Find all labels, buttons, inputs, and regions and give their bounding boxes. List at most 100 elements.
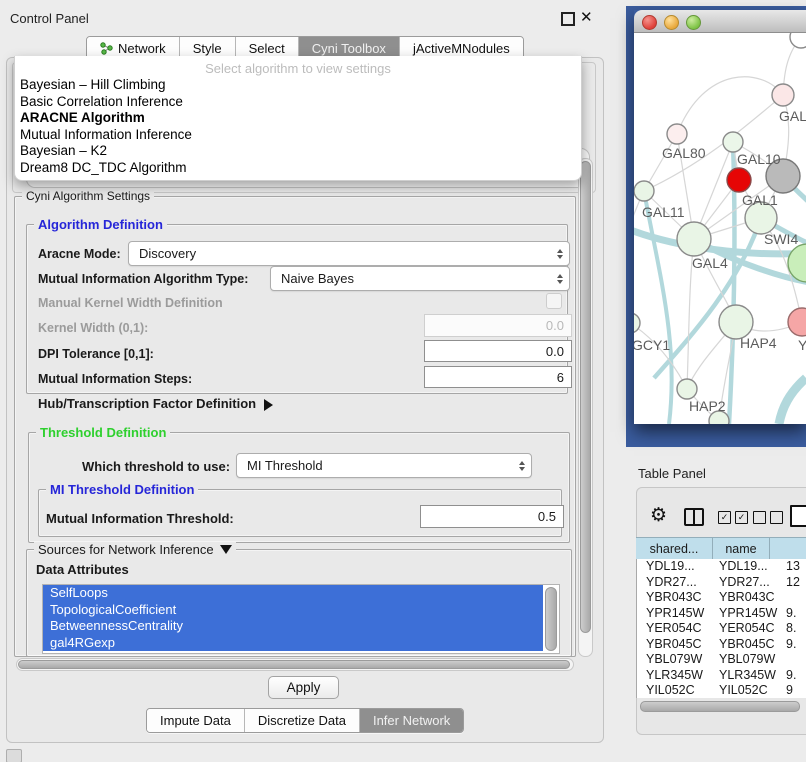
table-row[interactable]: YDL19... YDL19... 13 xyxy=(637,559,806,575)
mi-steps-label: Mutual Information Steps: xyxy=(38,372,192,386)
hub-definition-toggle[interactable]: Hub/Transcription Factor Definition xyxy=(38,396,279,411)
cyni-settings-title: Cyni Algorithm Settings xyxy=(22,189,154,203)
table-row[interactable]: YBL079W YBL079W xyxy=(637,652,806,668)
window-minimize-icon[interactable] xyxy=(664,15,679,30)
tab-discretize-data[interactable]: Discretize Data xyxy=(244,709,359,732)
network-node xyxy=(788,308,806,336)
gear-icon[interactable]: ⚙ xyxy=(650,506,667,526)
table-row[interactable]: YBR043C YBR043C xyxy=(637,590,806,606)
kernel-width-label: Kernel Width (0,1): xyxy=(38,321,148,335)
network-window: GAL80 GAL10 GAL1 GAL11 GAL4 SWI4 GCY1 HA… xyxy=(634,10,806,424)
settings-horizontal-scrollbar[interactable] xyxy=(16,658,574,671)
table-row[interactable]: YBR045C YBR045C 9. xyxy=(637,637,806,653)
network-node-hap2 xyxy=(677,379,697,399)
screen: Control Panel ✕ Network Style Select Cyn… xyxy=(0,0,806,762)
mi-threshold-field[interactable]: 0.5 xyxy=(420,505,564,528)
select-all-icon[interactable]: ✓ ✓ xyxy=(718,511,748,524)
expand-icon xyxy=(264,399,279,411)
algorithm-option[interactable]: Basic Correlation Inference xyxy=(15,94,581,111)
mi-type-select[interactable]: Naive Bayes xyxy=(270,266,570,291)
close-icon[interactable]: ✕ xyxy=(580,10,593,25)
scrollbar-thumb[interactable] xyxy=(580,161,591,633)
manual-kernel-checkbox[interactable] xyxy=(546,293,562,309)
threshold-definition-title: Threshold Definition xyxy=(36,425,170,440)
node-label: GAL1 xyxy=(742,192,778,208)
network-icon xyxy=(100,42,113,55)
table-horizontal-scrollbar[interactable] xyxy=(640,701,800,712)
algorithm-option[interactable]: Bayesian – K2 xyxy=(15,143,581,160)
settings-vertical-scrollbar[interactable] xyxy=(578,158,593,657)
algorithm-dropdown-placeholder: Select algorithm to view settings xyxy=(15,60,581,77)
list-scrollbar[interactable] xyxy=(545,587,557,651)
node-label: GAL10 xyxy=(737,151,781,167)
mi-steps-field[interactable]: 6 xyxy=(424,366,572,388)
network-node xyxy=(723,132,743,152)
attribute-item[interactable]: SelfLoops xyxy=(43,585,543,602)
node-label: HAP2 xyxy=(689,398,726,414)
bottom-tabbar: Impute Data Discretize Data Infer Networ… xyxy=(146,708,464,733)
split-panel-icon[interactable] xyxy=(684,508,704,526)
mi-threshold-group-title: MI Threshold Definition xyxy=(46,482,198,497)
network-node xyxy=(772,84,794,106)
table-row[interactable]: YDR27... YDR27... 12 xyxy=(637,575,806,591)
sources-title[interactable]: Sources for Network Inference xyxy=(34,542,236,560)
node-table[interactable]: YDL19... YDL19... 13 YDR27... YDR27... 1… xyxy=(636,559,806,698)
data-attributes-list[interactable]: SelfLoops TopologicalCoefficient Between… xyxy=(42,584,560,654)
table-row[interactable]: YPR145W YPR145W 9. xyxy=(637,606,806,622)
attribute-item[interactable]: BetweennessCentrality xyxy=(43,618,543,635)
aracne-mode-label: Aracne Mode: xyxy=(38,247,121,261)
node-label: GAL80 xyxy=(662,145,706,161)
network-node-gal4 xyxy=(677,222,711,256)
table-panel-title: Table Panel xyxy=(638,466,706,481)
algorithm-option[interactable]: Dream8 DC_TDC Algorithm xyxy=(15,160,581,177)
attribute-item[interactable]: TopologicalCoefficient xyxy=(43,602,543,619)
table-row[interactable]: YLR345W YLR345W 9. xyxy=(637,668,806,684)
which-threshold-label: Which threshold to use: xyxy=(82,459,230,474)
stepper-icon xyxy=(551,271,563,287)
algorithm-option[interactable]: Mutual Information Inference xyxy=(15,127,581,144)
node-label: Y xyxy=(798,337,806,353)
tab-network-label: Network xyxy=(118,41,166,56)
collapse-icon xyxy=(220,545,232,560)
algorithm-option[interactable]: Bayesian – Hill Climbing xyxy=(15,77,581,94)
network-node-selected xyxy=(727,168,751,192)
window-close-icon[interactable] xyxy=(642,15,657,30)
aracne-mode-select[interactable]: Discovery xyxy=(128,241,570,266)
column-header-extra[interactable] xyxy=(770,537,806,560)
node-label: GAL11 xyxy=(642,204,685,220)
table-row[interactable]: YIL052C YIL052C 9 xyxy=(637,683,806,698)
window-zoom-icon[interactable] xyxy=(686,15,701,30)
algorithm-definition-title: Algorithm Definition xyxy=(34,217,167,232)
minimized-panel-icon[interactable] xyxy=(6,749,22,762)
stepper-icon xyxy=(513,458,525,474)
algorithm-dropdown-popup: Select algorithm to view settings Bayesi… xyxy=(14,56,582,181)
scrollbar-thumb[interactable] xyxy=(18,660,570,669)
float-window-icon[interactable] xyxy=(561,12,575,26)
network-node xyxy=(790,33,806,48)
column-header-name[interactable]: name xyxy=(713,537,770,560)
network-canvas[interactable]: GAL80 GAL10 GAL1 GAL11 GAL4 SWI4 GCY1 HA… xyxy=(634,33,806,424)
control-panel-title: Control Panel xyxy=(10,11,89,26)
document-icon[interactable] xyxy=(790,505,806,527)
mi-type-label: Mutual Information Algorithm Type: xyxy=(38,272,248,286)
node-label: SWI4 xyxy=(764,231,798,247)
which-threshold-select[interactable]: MI Threshold xyxy=(236,453,532,478)
stepper-icon xyxy=(551,246,563,262)
tab-impute-data[interactable]: Impute Data xyxy=(147,709,244,732)
kernel-width-field[interactable]: 0.0 xyxy=(424,314,572,337)
node-label: GCY1 xyxy=(634,337,670,353)
node-label: HAP4 xyxy=(740,335,777,351)
attribute-item[interactable]: gal4RGexp xyxy=(43,635,543,652)
apply-button[interactable]: Apply xyxy=(268,676,339,699)
node-label: GAL4 xyxy=(692,255,728,271)
table-row[interactable]: YER054C YER054C 8. xyxy=(637,621,806,637)
dpi-tolerance-label: DPI Tolerance [0,1]: xyxy=(38,347,154,361)
network-node-gal11 xyxy=(634,181,654,201)
deselect-all-icon[interactable] xyxy=(753,511,783,524)
column-header-shared[interactable]: shared... xyxy=(636,537,713,560)
network-window-titlebar[interactable] xyxy=(634,10,806,33)
algorithm-option-selected[interactable]: ARACNE Algorithm xyxy=(15,110,581,127)
tab-infer-network[interactable]: Infer Network xyxy=(359,709,463,732)
dpi-tolerance-field[interactable]: 0.0 xyxy=(424,340,572,362)
network-node xyxy=(667,124,687,144)
